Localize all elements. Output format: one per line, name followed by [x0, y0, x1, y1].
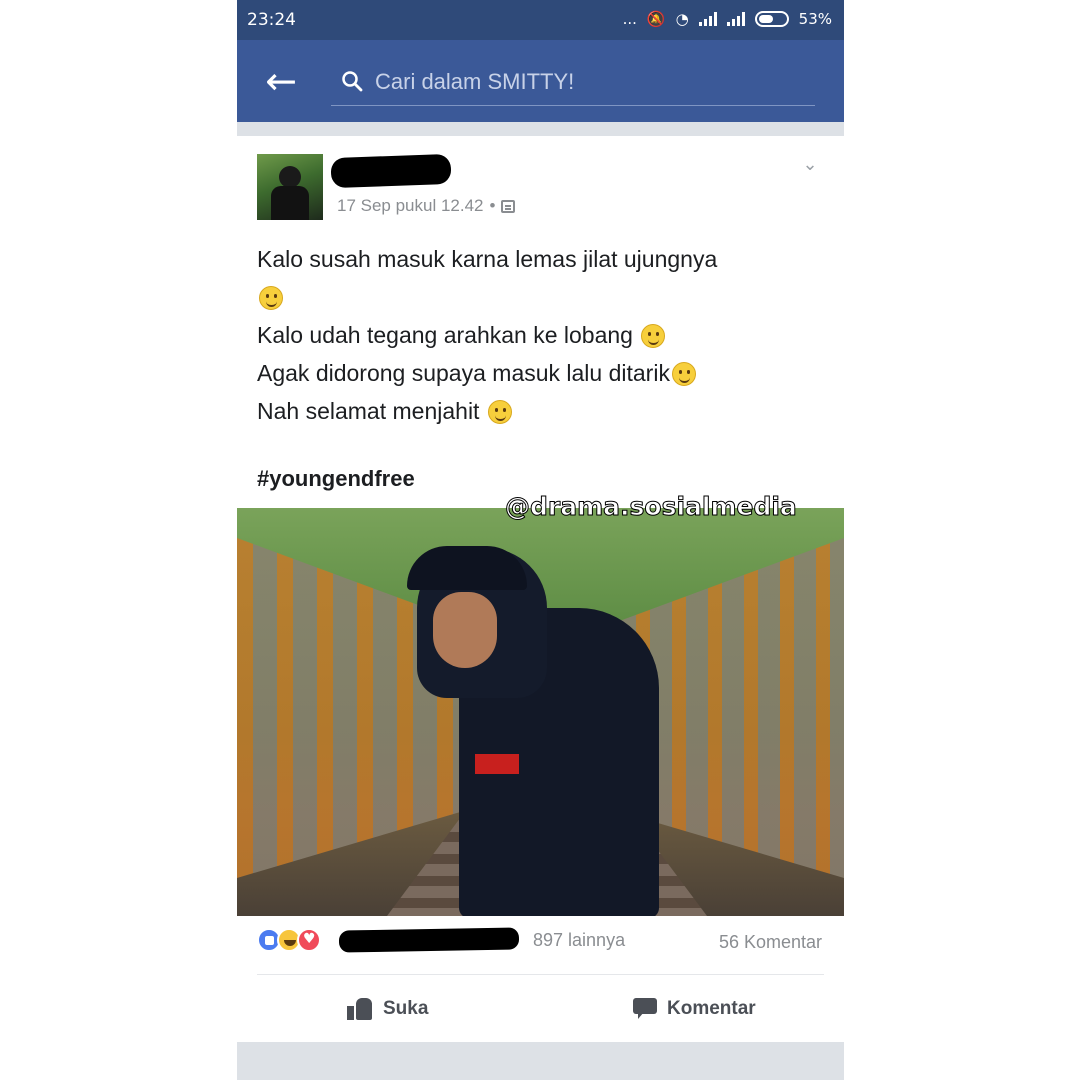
avatar[interactable] [257, 154, 323, 220]
comment-button[interactable]: Komentar [633, 986, 756, 1032]
comment-label: Komentar [667, 998, 756, 1019]
post-line-3-text: Agak didorong supaya masuk lalu ditarik [257, 360, 670, 386]
battery-percent: 53% [798, 10, 832, 28]
status-icons: ... 🔕 ◔ 53% [623, 10, 832, 28]
wifi-icon: ◔ [675, 10, 689, 28]
signal-icon-2 [726, 12, 745, 26]
reactor-names-redacted [338, 927, 520, 953]
privacy-icon [501, 199, 516, 213]
hashtag-link[interactable]: #youngendfree [257, 466, 415, 492]
person-face [433, 592, 497, 668]
post-meta: 17 Sep pukul 12.42 • [337, 196, 516, 216]
feed-bottom-divider [237, 1042, 844, 1080]
reaction-summary[interactable]: 897 lainnya [257, 927, 626, 953]
author-name-redacted [330, 153, 452, 189]
smile-emoji-icon [487, 400, 512, 424]
post-time[interactable]: 17 Sep pukul 12.42 [337, 196, 484, 216]
thumbs-up-icon [347, 998, 373, 1020]
post-line-2: Kalo udah tegang arahkan ke lobang [257, 316, 827, 354]
status-time: 23:24 [247, 10, 296, 30]
feed-divider [237, 122, 844, 136]
post-line-1-emoji [257, 278, 827, 316]
like-label: Suka [383, 998, 429, 1019]
post-line-4: Nah selamat menjahit [257, 392, 827, 430]
shirt-logo [475, 754, 519, 774]
bell-muted-icon: 🔕 [646, 10, 666, 28]
post-card: 17 Sep pukul 12.42 • ⌄ Kalo susah masuk … [237, 136, 844, 1042]
search-bar[interactable] [331, 62, 815, 106]
comment-count[interactable]: 56 Komentar [719, 932, 822, 953]
search-input[interactable] [375, 66, 805, 98]
watermark: @drama.sosialmedia [505, 492, 798, 522]
post-line-3: Agak didorong supaya masuk lalu ditarik [257, 354, 827, 392]
phone-screen: 23:24 ... 🔕 ◔ 53% ← 17 Sep pukul 12.42 [237, 0, 844, 1080]
status-bar: 23:24 ... 🔕 ◔ 53% [237, 0, 844, 40]
post-options-button[interactable]: ⌄ [798, 154, 822, 175]
post-line-1-text: Kalo susah masuk karna lemas jilat ujung… [257, 246, 718, 272]
smile-emoji-icon [259, 286, 283, 310]
more-dots-icon: ... [622, 10, 637, 28]
reaction-others-count: 897 lainnya [533, 929, 626, 950]
post-line-4-text: Nah selamat menjahit [257, 398, 480, 424]
meta-separator: • [489, 196, 496, 215]
post-line-1: Kalo susah masuk karna lemas jilat ujung… [257, 240, 827, 278]
smile-emoji-icon [641, 324, 666, 348]
back-button[interactable]: ← [257, 60, 305, 102]
post-line-2-text: Kalo udah tegang arahkan ke lobang [257, 322, 633, 348]
arrow-left-icon: ← [265, 59, 297, 103]
app-bar: ← [237, 40, 844, 122]
person-cap [407, 546, 527, 590]
like-button[interactable]: Suka [347, 986, 428, 1032]
love-icon [297, 928, 321, 952]
chevron-down-icon: ⌄ [802, 154, 818, 175]
signal-icon [698, 12, 717, 26]
divider [257, 974, 824, 975]
search-icon [342, 71, 363, 92]
battery-icon [754, 11, 789, 27]
post-photo[interactable] [237, 508, 844, 916]
smile-emoji-icon [671, 362, 696, 386]
post-text: Kalo susah masuk karna lemas jilat ujung… [257, 240, 827, 430]
comment-bubble-icon [633, 998, 657, 1020]
